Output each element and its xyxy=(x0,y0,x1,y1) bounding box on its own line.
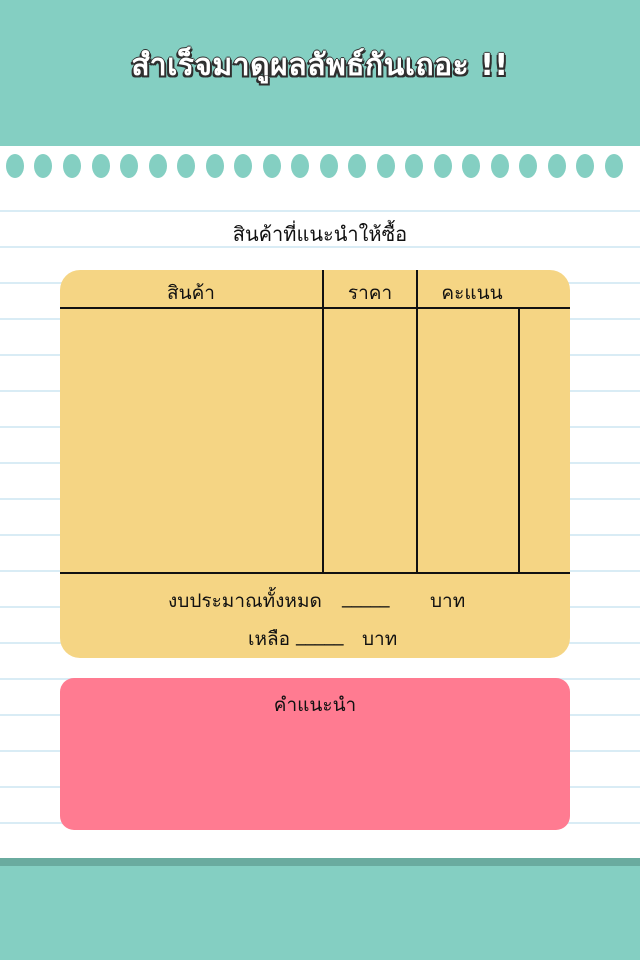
binding-hole xyxy=(234,154,252,178)
paper-bottom-edge xyxy=(0,858,640,866)
table-header-divider xyxy=(60,307,570,309)
advice-card: คำแนะนำ xyxy=(60,678,570,830)
binding-hole xyxy=(434,154,452,178)
binding-hole xyxy=(576,154,594,178)
recommended-products-title: สินค้าที่แนะนำให้ซื้อ xyxy=(232,222,408,246)
results-table: สินค้า ราคา คะแนน งบประมาณทั้งหมด _____ … xyxy=(60,270,570,658)
binding-hole xyxy=(6,154,24,178)
binding-hole xyxy=(605,154,623,178)
advice-title: คำแนะนำ xyxy=(273,694,357,716)
binding-hole xyxy=(548,154,566,178)
column-header-product: สินค้า xyxy=(167,282,215,304)
table-footer-divider xyxy=(60,572,570,574)
binding-hole xyxy=(519,154,537,178)
binding-hole xyxy=(34,154,52,178)
header-banner: สำเร็จมาดูผลลัพธ์กันเถอะ !! xyxy=(0,0,640,160)
column-divider xyxy=(322,270,324,574)
budget-unit: บาท xyxy=(430,590,466,612)
remaining-unit: บาท xyxy=(362,628,398,650)
budget-value: _____ xyxy=(342,586,390,608)
binding-hole xyxy=(92,154,110,178)
binding-hole xyxy=(320,154,338,178)
column-header-price: ราคา xyxy=(347,282,393,304)
page-title: สำเร็จมาดูผลลัพธ์กันเถอะ !! xyxy=(131,48,509,83)
column-divider xyxy=(518,307,520,574)
remaining-label: เหลือ xyxy=(248,628,291,650)
binding-hole xyxy=(263,154,281,178)
binding-hole xyxy=(149,154,167,178)
column-header-score: คะแนน xyxy=(441,282,503,304)
binding-hole xyxy=(348,154,366,178)
binding-hole xyxy=(491,154,509,178)
footer-band xyxy=(0,866,640,960)
budget-label: งบประมาณทั้งหมด xyxy=(168,590,322,612)
remaining-value: _____ xyxy=(296,624,344,646)
binding-hole xyxy=(120,154,138,178)
column-divider xyxy=(416,270,418,574)
binding-hole xyxy=(177,154,195,178)
notebook-binding xyxy=(0,146,640,182)
binding-hole xyxy=(291,154,309,178)
binding-hole xyxy=(63,154,81,178)
binding-hole xyxy=(206,154,224,178)
binding-hole xyxy=(377,154,395,178)
binding-hole xyxy=(405,154,423,178)
binding-hole xyxy=(462,154,480,178)
